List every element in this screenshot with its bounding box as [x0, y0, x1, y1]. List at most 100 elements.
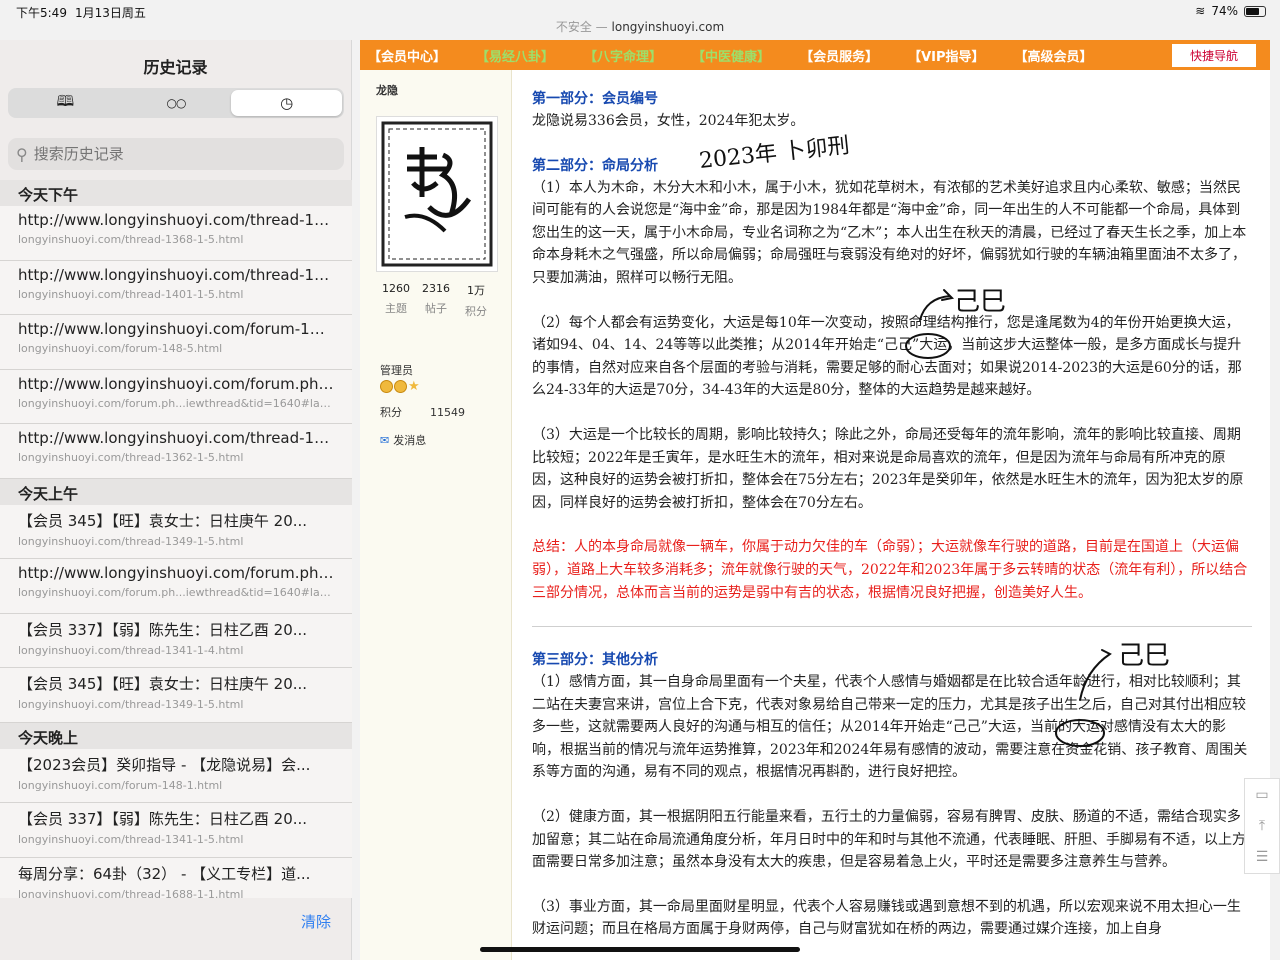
history-item-url: longyinshuoyi.com/thread-1349-1-5.html	[18, 698, 244, 711]
history-item-title: http://www.longyinshuoyi.com/thread-1401…	[18, 265, 334, 284]
history-item-title: 【会员 345】【旺】袁女士：日柱庚午 20...	[18, 511, 308, 530]
history-item[interactable]: 【会员 337】【弱】陈先生：日柱乙酉 20... longyinshuoyi.c…	[0, 613, 352, 668]
web-page: 【会员中心】 【易经八卦】 【八字命理】 【中医健康】 【会员服务】 【VIP指导】 【高级…	[360, 40, 1270, 960]
mail-icon: ✉	[380, 434, 390, 447]
nav-item[interactable]: 【会员中心】	[368, 46, 446, 65]
history-item-url: longyinshuoyi.com/forum.ph...iewthread&t…	[18, 586, 334, 599]
section-heading-1: 第一部分：会员编号	[532, 91, 658, 107]
author-points: 积分 11549	[380, 404, 465, 420]
send-message-label: 发消息	[393, 434, 427, 447]
url-host: longyinshuoyi.com	[611, 20, 725, 34]
paragraph: （3）事业方面，其一命局里面财星明显，代表个人容易赚钱或遇到意想不到的机遇，所以…	[532, 898, 1241, 938]
clock-icon: ◷	[280, 94, 294, 112]
address-bar[interactable]: 不安全 — longyinshuoyi.com	[0, 18, 1280, 35]
history-item-url: longyinshuoyi.com/thread-1688-1-1.html	[18, 887, 244, 899]
history-item-url: longyinshuoyi.com/thread-1368-1-5.html	[18, 233, 244, 246]
rank-star-icon: ★	[408, 379, 420, 394]
history-item-title: http://www.longyinshuoyi.com/forum-148-.…	[18, 320, 334, 338]
wifi-icon: ≋	[1195, 4, 1206, 18]
history-item[interactable]: http://www.longyinshuoyi.com/forum.php?.…	[0, 369, 352, 424]
stat-value: 1万	[467, 284, 485, 297]
history-item-url: longyinshuoyi.com/forum-148-1.html	[18, 778, 223, 792]
stat-label: 主题	[385, 302, 407, 315]
reading-list-tab[interactable]: ○○	[121, 90, 232, 116]
quick-nav-button[interactable]: 快捷导航	[1171, 43, 1256, 67]
nav-item[interactable]: 【会员服务】	[800, 46, 878, 65]
history-item[interactable]: http://www.longyinshuoyi.com/thread-1401…	[0, 260, 352, 315]
home-indicator[interactable]	[480, 947, 800, 952]
history-item-url: longyinshuoyi.com/forum-148-5.html	[18, 342, 223, 355]
history-item-url: longyinshuoyi.com/thread-1401-1-5.html	[18, 287, 244, 301]
history-item[interactable]: 【会员 337】【弱】陈先生：日柱乙酉 20... longyinshuoyi.c…	[0, 803, 352, 858]
author-name[interactable]: 龙隐	[376, 82, 511, 98]
back-to-top-icon[interactable]: ⤒	[1259, 818, 1265, 834]
rank-face-icon	[380, 380, 393, 393]
summary-paragraph: 总结：人的本身命局就像一辆车，你属于动力欠佳的车（命弱）；大运就像车行驶的道路，…	[532, 539, 1248, 601]
history-item[interactable]: 每周分享：64卦（32） - 【义工专栏】道... longyinshuoyi.c…	[0, 857, 352, 899]
history-item-url: longyinshuoyi.com/thread-1349-1-5.html	[18, 534, 244, 548]
paragraph: （1）感情方面，其一自身命局里面有一个夫星，代表个人感情与婚姻都是在比较合适年龄…	[532, 674, 1248, 781]
history-item-title: 【会员 337】【弱】陈先生：日柱乙酉 20...	[18, 620, 308, 639]
paragraph: （3）大运是一个比较长的周期，影响比较持久；除此之外，命局还受每年的流年影响，流…	[532, 426, 1244, 511]
nav-item[interactable]: 【八字命理】	[584, 46, 662, 65]
stat-label: 积分	[465, 305, 487, 318]
author-role: 管理员	[380, 364, 413, 377]
history-item-title: 每周分享：64卦（32） - 【义工专栏】道...	[18, 864, 311, 883]
history-item[interactable]: http://www.longyinshuoyi.com/forum.php?.…	[0, 559, 352, 614]
paragraph: 龙隐说易336会员，女性，2024年犯太岁。	[532, 113, 805, 129]
stat-points[interactable]: 1万积分	[456, 282, 496, 319]
floating-toolbar: ▭ ⤒ ☰	[1244, 778, 1280, 874]
section-heading-2: 第二部分：命局分析	[532, 157, 658, 174]
author-stats: 1260 主题 2316 帖子 1万积分	[376, 282, 496, 319]
history-item[interactable]: http://www.longyinshuoyi.com/forum-148-.…	[0, 315, 352, 370]
battery-percent: 74%	[1211, 4, 1238, 18]
status-right: ≋ 74%	[1195, 4, 1266, 18]
battery-icon	[1244, 5, 1266, 17]
history-item-title: http://www.longyinshuoyi.com/forum.php?.…	[18, 564, 334, 582]
reading-list-icon: ○○	[166, 96, 187, 110]
history-section-header: 今天上午	[0, 478, 352, 505]
seal-avatar-image	[381, 121, 493, 267]
paragraph: （1）本人为木命，木分大木和小木，属于小木，犹如花草树木，有浓郁的艺术美好追求且…	[532, 179, 1247, 286]
nav-item[interactable]: 【中医健康】	[692, 46, 770, 65]
history-item[interactable]: 【会员 345】【旺】袁女士：日柱庚午 20... longyinshuoyi.c…	[0, 504, 352, 559]
site-nav: 【会员中心】 【易经八卦】 【八字命理】 【中医健康】 【会员服务】 【VIP指导】 【高级…	[360, 40, 1270, 70]
stat-topics[interactable]: 1260 主题	[376, 282, 416, 319]
stat-value: 1260	[382, 282, 410, 295]
history-list: 今天下午 http://www.longyinshuoyi.com/thread-…	[0, 180, 352, 898]
points-value: 11549	[430, 406, 465, 419]
stat-posts[interactable]: 2316 帖子	[416, 282, 456, 319]
battery-level	[1246, 7, 1260, 15]
list-icon[interactable]: ☰	[1256, 849, 1269, 865]
book-icon: 🕮	[56, 91, 75, 110]
nav-item[interactable]: 【高级会员】	[1015, 46, 1093, 65]
bookmarks-tab[interactable]: 🕮	[10, 90, 121, 116]
clear-button[interactable]: 清除	[301, 911, 331, 932]
stat-label: 帖子	[425, 302, 447, 315]
history-item[interactable]: http://www.longyinshuoyi.com/thread-136.…	[0, 206, 352, 261]
divider	[532, 626, 1252, 628]
stat-value: 2316	[422, 282, 450, 295]
history-item-title: 【2023会员】癸卯指导 - 【龙隐说易】会...	[18, 755, 311, 774]
history-section-header: 今天下午	[0, 180, 352, 206]
history-item[interactable]: 【会员 345】【旺】袁女士：日柱庚午 20... longyinshuoyi.c…	[0, 668, 352, 723]
nav-item[interactable]: 【VIP指导】	[908, 46, 984, 65]
nav-item[interactable]: 【易经八卦】	[476, 46, 554, 65]
paragraph: （2）每个人都会有运势变化，大运是每10年一次变动，按照命理结构推行，您是逢尾数…	[532, 314, 1242, 399]
history-section-header: 今天晚上	[0, 722, 352, 749]
comment-icon[interactable]: ▭	[1255, 787, 1268, 803]
history-item-url: longyinshuoyi.com/thread-1341-1-4.html	[18, 643, 244, 657]
history-item-title: 【会员 337】【弱】陈先生：日柱乙酉 20...	[18, 810, 308, 828]
history-item[interactable]: 【2023会员】癸卯指导 - 【龙隐说易】会... longyinshuoyi.c…	[0, 748, 352, 803]
send-message-link[interactable]: ✉ 发消息	[380, 432, 426, 448]
rank-icons: ★	[380, 380, 420, 393]
paragraph: （2）健康方面，其一根据阴阳五行能量来看，五行土的力量偏弱，容易有脾胃、皮肤、肠…	[532, 809, 1246, 871]
avatar[interactable]	[376, 116, 498, 272]
search-input[interactable]	[33, 145, 324, 163]
history-search[interactable]: ⚲	[8, 138, 344, 170]
sidebar-title: 历史记录	[143, 58, 208, 77]
history-tab[interactable]: ◷	[231, 90, 343, 116]
history-item[interactable]: http://www.longyinshuoyi.com/thread-136.…	[0, 424, 352, 479]
history-item-url: longyinshuoyi.com/thread-1362-1-5.html	[18, 451, 244, 464]
history-item-title: http://www.longyinshuoyi.com/forum.php?.…	[18, 374, 334, 393]
